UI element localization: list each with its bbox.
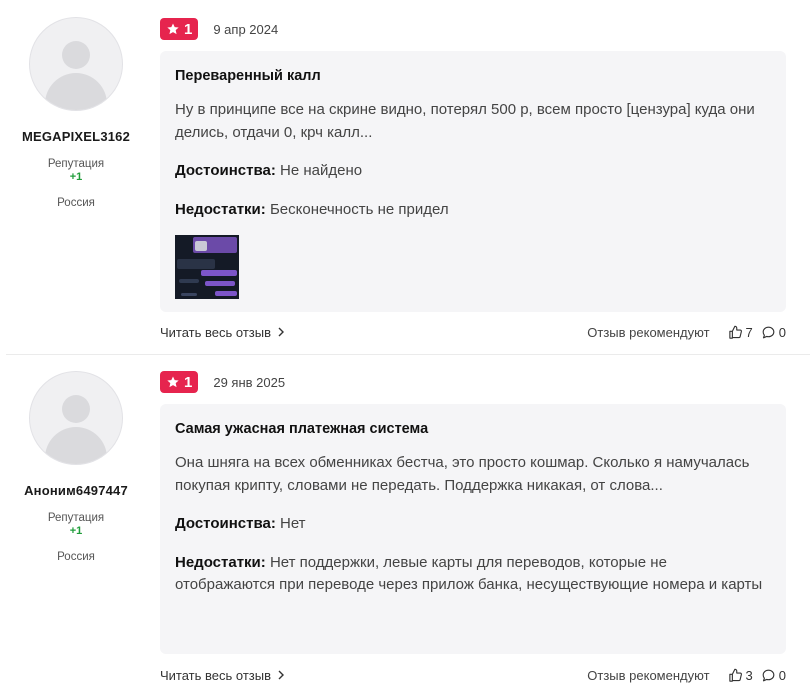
comment-count: 0 xyxy=(778,667,786,683)
review-author: Аноним6497447 Репутация +1 Россия xyxy=(0,354,152,563)
recommend-label: Отзыв рекомендуют xyxy=(587,324,710,340)
pros-label: Достоинства: xyxy=(175,515,276,532)
avatar[interactable] xyxy=(29,371,123,465)
avatar-placeholder-body xyxy=(45,427,107,464)
review-cons: Недостатки: Нет поддержки, левые карты д… xyxy=(175,552,771,597)
avatar-placeholder-body xyxy=(45,73,107,110)
pros-label: Достоинства: xyxy=(175,162,276,179)
thumbs-up-icon xyxy=(728,325,742,339)
comment-icon xyxy=(762,669,775,681)
review-text: Она шняга на всех обменниках бестча, это… xyxy=(175,454,750,494)
comments-button[interactable]: 0 xyxy=(761,325,786,340)
thumbs-up-icon xyxy=(728,668,742,682)
star-icon xyxy=(167,376,179,388)
rating-value: 1 xyxy=(184,373,193,391)
rating-row: 1 9 апр 2024 xyxy=(160,18,278,40)
review-title[interactable]: Переваренный калл xyxy=(175,67,771,85)
rating-badge: 1 xyxy=(160,18,199,40)
comments-button[interactable]: 0 xyxy=(761,668,786,683)
reviews-page: MEGAPIXEL3162 Репутация +1 Россия 1 9 ап… xyxy=(0,0,810,691)
review-pros: Достоинства: Нет xyxy=(175,513,771,536)
review-footer: Читать весь отзыв Отзыв рекомендуют 3 0 xyxy=(160,665,786,685)
review-pros: Достоинства: Не найдено xyxy=(175,160,771,183)
chevron-right-icon xyxy=(278,327,285,337)
comment-icon xyxy=(762,326,775,338)
rating-badge: 1 xyxy=(160,371,199,393)
review-date: 9 апр 2024 xyxy=(213,21,279,37)
read-more-label: Читать весь отзыв xyxy=(160,324,272,340)
read-full-review-link[interactable]: Читать весь отзыв xyxy=(160,325,285,340)
review-title[interactable]: Самая ужасная платежная система xyxy=(175,420,771,438)
pros-text: Нет xyxy=(280,515,306,532)
user-country: Россия xyxy=(57,551,95,563)
comment-count: 0 xyxy=(778,324,786,340)
user-country: Россия xyxy=(57,197,95,209)
review-item: MEGAPIXEL3162 Репутация +1 Россия 1 9 ап… xyxy=(0,0,810,354)
reputation-label: Репутация xyxy=(47,158,105,170)
avatar-placeholder-head xyxy=(62,395,90,423)
read-full-review-link[interactable]: Читать весь отзыв xyxy=(160,668,285,683)
pros-text: Не найдено xyxy=(280,162,363,179)
like-button[interactable]: 3 xyxy=(728,668,753,683)
like-count: 7 xyxy=(745,324,753,340)
star-icon xyxy=(167,23,179,35)
review-footer: Читать весь отзыв Отзыв рекомендуют 7 0 xyxy=(160,322,786,342)
review-card: Самая ужасная платежная система Она шняг… xyxy=(160,404,786,654)
review-cons: Недостатки: Бесконечность не придел xyxy=(175,199,771,222)
review-text: Ну в принципе все на скрине видно, потер… xyxy=(175,101,755,141)
username[interactable]: Аноним6497447 xyxy=(0,483,152,498)
cons-label: Недостатки: xyxy=(175,553,266,571)
username[interactable]: MEGAPIXEL3162 xyxy=(0,129,152,144)
cons-text: Бесконечность не придел xyxy=(269,200,449,218)
rating-value: 1 xyxy=(184,20,193,38)
reputation-value: +1 xyxy=(69,525,83,537)
review-item: Аноним6497447 Репутация +1 Россия 1 29 я… xyxy=(0,354,810,691)
read-more-label: Читать весь отзыв xyxy=(160,667,272,683)
reputation-value: +1 xyxy=(69,171,83,183)
rating-row: 1 29 янв 2025 xyxy=(160,371,285,393)
review-date: 29 янв 2025 xyxy=(213,374,286,390)
avatar[interactable] xyxy=(29,17,123,111)
recommend-label: Отзыв рекомендуют xyxy=(587,667,710,683)
chevron-right-icon xyxy=(278,670,285,680)
review-author: MEGAPIXEL3162 Репутация +1 Россия xyxy=(0,0,152,209)
review-card: Переваренный калл Ну в принципе все на с… xyxy=(160,51,786,312)
avatar-placeholder-head xyxy=(62,41,90,69)
like-count: 3 xyxy=(745,667,753,683)
cons-label: Недостатки: xyxy=(175,200,266,218)
like-button[interactable]: 7 xyxy=(728,325,753,340)
reputation-label: Репутация xyxy=(47,512,105,524)
review-image-thumbnail[interactable] xyxy=(175,235,239,299)
